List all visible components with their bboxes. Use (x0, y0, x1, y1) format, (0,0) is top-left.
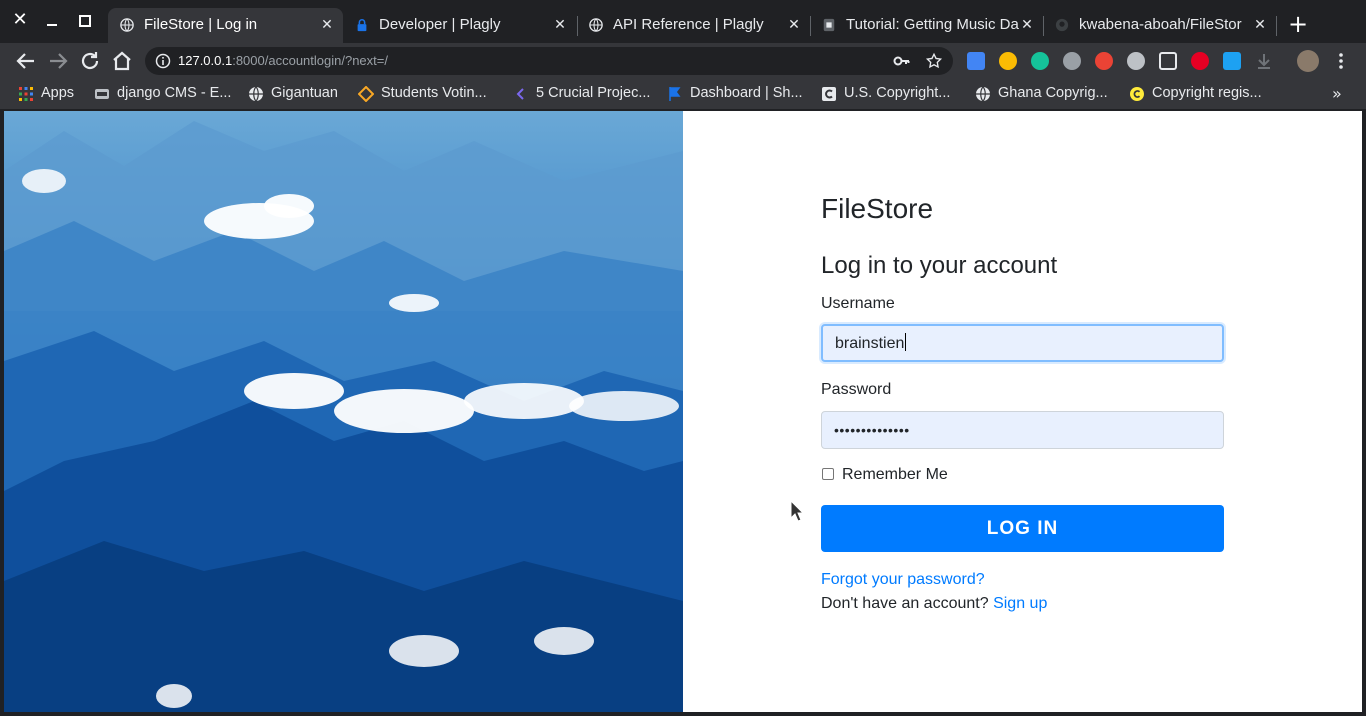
bookmark-label: Gigantuan (271, 85, 338, 101)
remember-me-checkbox[interactable] (822, 468, 834, 480)
tab-label: FileStore | Log in (144, 16, 258, 33)
extension-compass-icon[interactable] (999, 52, 1017, 70)
extension-block-icon[interactable] (1095, 52, 1113, 70)
bookmark-label: Copyright regis... (1152, 85, 1262, 101)
home-icon[interactable] (110, 49, 134, 73)
bookmark-label: U.S. Copyright... (844, 85, 951, 101)
github-icon (1055, 18, 1069, 32)
diamond-icon (358, 86, 374, 102)
bookmark-star-icon[interactable] (925, 52, 943, 70)
key-icon[interactable] (893, 53, 911, 69)
download-icon[interactable] (1255, 52, 1273, 70)
lock-icon (357, 19, 367, 32)
extension-grammarly-icon[interactable] (1031, 52, 1049, 70)
globe-icon (589, 18, 603, 32)
forward-arrow-icon[interactable] (46, 49, 70, 73)
profile-avatar[interactable] (1297, 50, 1319, 72)
bookmark-label: Dashboard | Sh... (690, 85, 803, 101)
tab-label: API Reference | Plagly (613, 16, 764, 33)
bookmark-label: 5 Crucial Projec... (536, 85, 651, 101)
no-account-text: Don't have an account? (821, 595, 989, 612)
globe-icon (976, 86, 990, 102)
copyright-icon (822, 87, 836, 101)
window-close-button[interactable]: ✕ (8, 8, 32, 32)
text-caret (905, 333, 907, 351)
apps-grid-icon (19, 87, 33, 101)
extension-s-icon[interactable] (1223, 52, 1241, 70)
username-value: brainstien (835, 335, 905, 352)
signup-row: Don't have an account? Sign up (821, 595, 1047, 613)
bookmark-label: Ghana Copyrig... (998, 85, 1108, 101)
copyright-yellow-icon (1130, 87, 1144, 101)
address-bar[interactable]: 127.0.0.1:8000/accountlogin/?next=/ (145, 47, 953, 75)
tab-developer-plagly[interactable]: Developer | Plagly ✕ (343, 8, 576, 43)
username-label: Username (821, 295, 895, 312)
globe-icon (120, 18, 134, 32)
tab-label: Tutorial: Getting Music Da (846, 16, 1019, 33)
page-content: FileStore Log in to your account Usernam… (4, 111, 1362, 712)
tab-github-filestore[interactable]: kwabena-aboah/FileStor ✕ (1043, 8, 1276, 43)
browser-window: ✕ FileStore | Log in ✕ Developer | Plagl… (0, 0, 1366, 716)
extension-pinterest-icon[interactable] (1191, 52, 1209, 70)
username-input[interactable]: brainstien (821, 324, 1224, 362)
url-text[interactable]: 127.0.0.1:8000/accountlogin/?next=/ (178, 53, 388, 68)
login-form: FileStore Log in to your account Usernam… (821, 111, 1241, 712)
url-path: :8000/accountlogin/?next=/ (232, 53, 388, 68)
reload-icon[interactable] (78, 49, 102, 73)
extension-gear-icon[interactable] (1127, 52, 1145, 70)
django-cms-icon (95, 89, 109, 99)
extension-translate-icon[interactable] (967, 52, 985, 70)
bookmarks-bar: Apps django CMS - E... Gigantuan Student… (0, 79, 1366, 110)
password-label: Password (821, 381, 892, 398)
bookmark-label: django CMS - E... (117, 85, 232, 101)
brand-title: FileStore (821, 193, 934, 224)
login-heading: Log in to your account (821, 252, 1058, 279)
chevron-left-icon (516, 88, 524, 100)
remember-me-label[interactable]: Remember Me (842, 466, 948, 484)
forgot-password-link[interactable]: Forgot your password? (821, 571, 985, 589)
tutorial-icon (823, 18, 835, 32)
bookmark-label: Students Votin... (381, 85, 487, 101)
tab-strip: ✕ FileStore | Log in ✕ Developer | Plagl… (0, 0, 1366, 43)
password-input[interactable]: •••••••••••••• (821, 411, 1224, 449)
tab-close-button[interactable]: ✕ (787, 16, 801, 32)
back-arrow-icon[interactable] (14, 49, 38, 73)
globe-icon (249, 86, 263, 102)
new-tab-button[interactable]: + (1286, 12, 1310, 36)
tab-close-button[interactable]: ✕ (1253, 16, 1267, 32)
mountain-hero-image (4, 111, 683, 712)
tab-label: kwabena-aboah/FileStor (1079, 16, 1242, 33)
bookmarks-overflow-button[interactable]: » (1332, 84, 1342, 103)
tab-tutorial[interactable]: Tutorial: Getting Music Da ✕ (810, 8, 1043, 43)
mouse-pointer-icon (790, 500, 804, 522)
window-maximize-button[interactable] (72, 8, 96, 32)
tab-separator (1276, 16, 1277, 36)
site-info-icon[interactable] (155, 53, 171, 69)
signup-link[interactable]: Sign up (993, 595, 1047, 612)
tab-label: Developer | Plagly (379, 16, 501, 33)
login-button[interactable]: LOG IN (821, 505, 1224, 552)
window-minimize-button[interactable] (40, 8, 64, 32)
tab-close-button[interactable]: ✕ (320, 16, 334, 32)
tab-close-button[interactable]: ✕ (1020, 16, 1034, 32)
tab-filestore-login[interactable]: FileStore | Log in ✕ (108, 8, 343, 43)
tab-api-reference[interactable]: API Reference | Plagly ✕ (577, 8, 810, 43)
browser-menu-icon[interactable] (1334, 51, 1348, 71)
browser-toolbar: 127.0.0.1:8000/accountlogin/?next=/ (0, 43, 1366, 79)
url-host: 127.0.0.1 (178, 53, 233, 68)
extension-m-icon[interactable] (1063, 52, 1081, 70)
extension-cube-icon[interactable] (1159, 52, 1177, 70)
flag-icon (669, 87, 681, 101)
window-bottom-border (0, 712, 1366, 716)
tab-close-button[interactable]: ✕ (553, 16, 567, 32)
bookmark-label: Apps (41, 85, 75, 101)
